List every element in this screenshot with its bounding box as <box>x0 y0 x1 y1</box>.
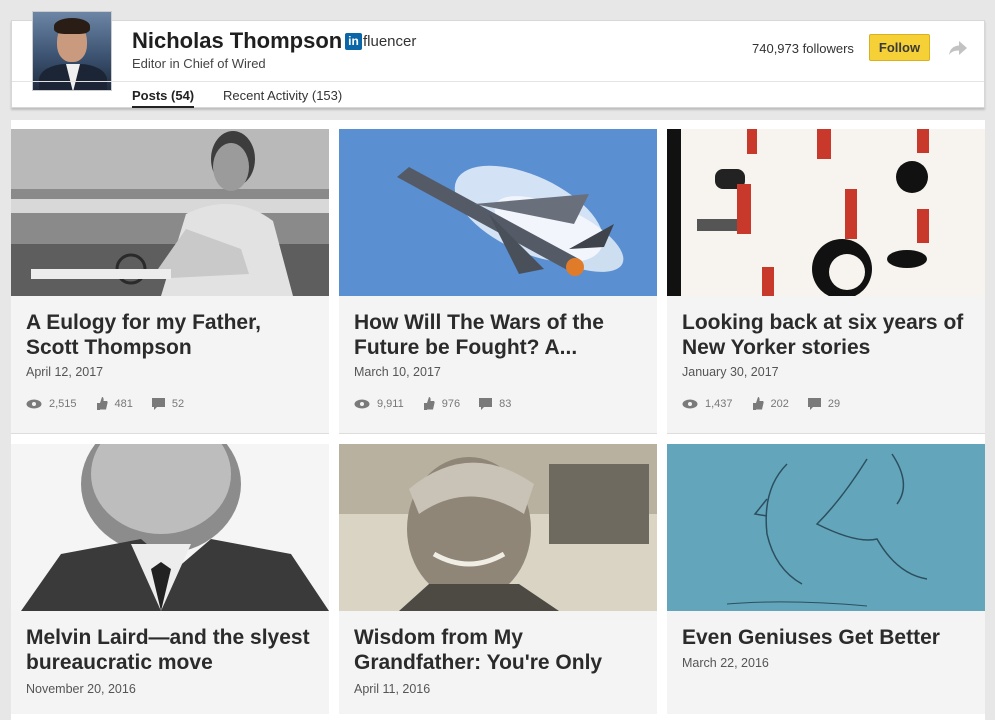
profile-header: Nicholas Thompson in fluencer Editor in … <box>11 11 985 108</box>
likes-count: 202 <box>770 397 789 410</box>
card-divider <box>339 433 657 434</box>
tab-posts[interactable]: Posts (54) <box>132 88 195 108</box>
linkedin-in-icon: in <box>345 33 362 50</box>
post-card[interactable]: How Will The Wars of the Future be Fough… <box>339 129 657 434</box>
post-date: March 22, 2016 <box>682 656 769 670</box>
post-date: March 10, 2017 <box>354 365 441 379</box>
likes-count: 976 <box>441 397 461 410</box>
card-divider <box>11 433 329 434</box>
post-image[interactable] <box>339 444 657 611</box>
like-thumb-icon <box>752 397 764 410</box>
post-card[interactable]: Melvin Laird—and the slyest bureaucratic… <box>11 444 329 714</box>
comment-bubble-icon <box>807 397 821 410</box>
tab-recent-activity[interactable]: Recent Activity (153) <box>223 88 342 103</box>
posts-grid: A Eulogy for my Father, Scott Thompson A… <box>11 120 985 720</box>
comments-count: 52 <box>171 397 185 410</box>
post-stats: 9,911 976 83 <box>354 397 530 410</box>
views-eye-icon <box>682 399 698 408</box>
views-count: 1,437 <box>705 397 733 410</box>
post-title[interactable]: Looking back at six years of New Yorker … <box>682 311 974 360</box>
views-eye-icon <box>26 399 42 408</box>
post-title[interactable]: A Eulogy for my Father, Scott Thompson <box>26 311 318 360</box>
views-eye-icon <box>354 399 370 408</box>
comment-bubble-icon <box>479 397 493 410</box>
comments-count: 29 <box>827 397 841 410</box>
post-image[interactable] <box>667 444 985 611</box>
post-image[interactable] <box>11 129 329 296</box>
profile-avatar[interactable] <box>32 11 112 91</box>
influencer-label: fluencer <box>363 33 417 50</box>
influencer-badge: in fluencer <box>345 33 416 50</box>
like-thumb-icon <box>96 397 108 410</box>
post-stats: 1,437 202 29 <box>682 397 859 410</box>
post-date: April 12, 2017 <box>26 365 104 379</box>
card-divider <box>667 433 985 434</box>
views-count: 2,515 <box>49 397 77 410</box>
post-image[interactable] <box>339 129 657 296</box>
post-title[interactable]: Melvin Laird—and the slyest bureaucratic… <box>26 626 318 675</box>
comments-count: 83 <box>499 397 512 410</box>
post-title[interactable]: Even Geniuses Get Better <box>682 626 974 651</box>
post-date: November 20, 2016 <box>26 682 136 696</box>
post-date: April 11, 2016 <box>354 682 431 696</box>
profile-headline: Editor in Chief of Wired <box>132 56 266 71</box>
post-card[interactable]: Even Geniuses Get Better March 22, 2016 <box>667 444 985 714</box>
post-stats: 2,515 481 52 <box>26 397 203 410</box>
post-card[interactable]: A Eulogy for my Father, Scott Thompson A… <box>11 129 329 434</box>
post-title[interactable]: How Will The Wars of the Future be Fough… <box>354 311 646 360</box>
tabs-divider <box>12 81 984 82</box>
post-card[interactable]: Looking back at six years of New Yorker … <box>667 129 985 434</box>
follow-button[interactable]: Follow <box>869 34 930 61</box>
views-count: 9,911 <box>377 397 404 410</box>
post-date: January 30, 2017 <box>682 365 779 379</box>
followers-count: 740,973 followers <box>752 41 854 56</box>
like-thumb-icon <box>423 397 435 410</box>
likes-count: 481 <box>114 397 133 410</box>
post-card[interactable]: Wisdom from My Grandfather: You're Only … <box>339 444 657 714</box>
profile-name[interactable]: Nicholas Thompson <box>132 28 342 54</box>
post-title[interactable]: Wisdom from My Grandfather: You're Only <box>354 626 646 675</box>
comment-bubble-icon <box>151 397 165 410</box>
post-image[interactable] <box>667 129 985 296</box>
post-image[interactable] <box>11 444 329 611</box>
share-icon[interactable] <box>948 40 968 56</box>
